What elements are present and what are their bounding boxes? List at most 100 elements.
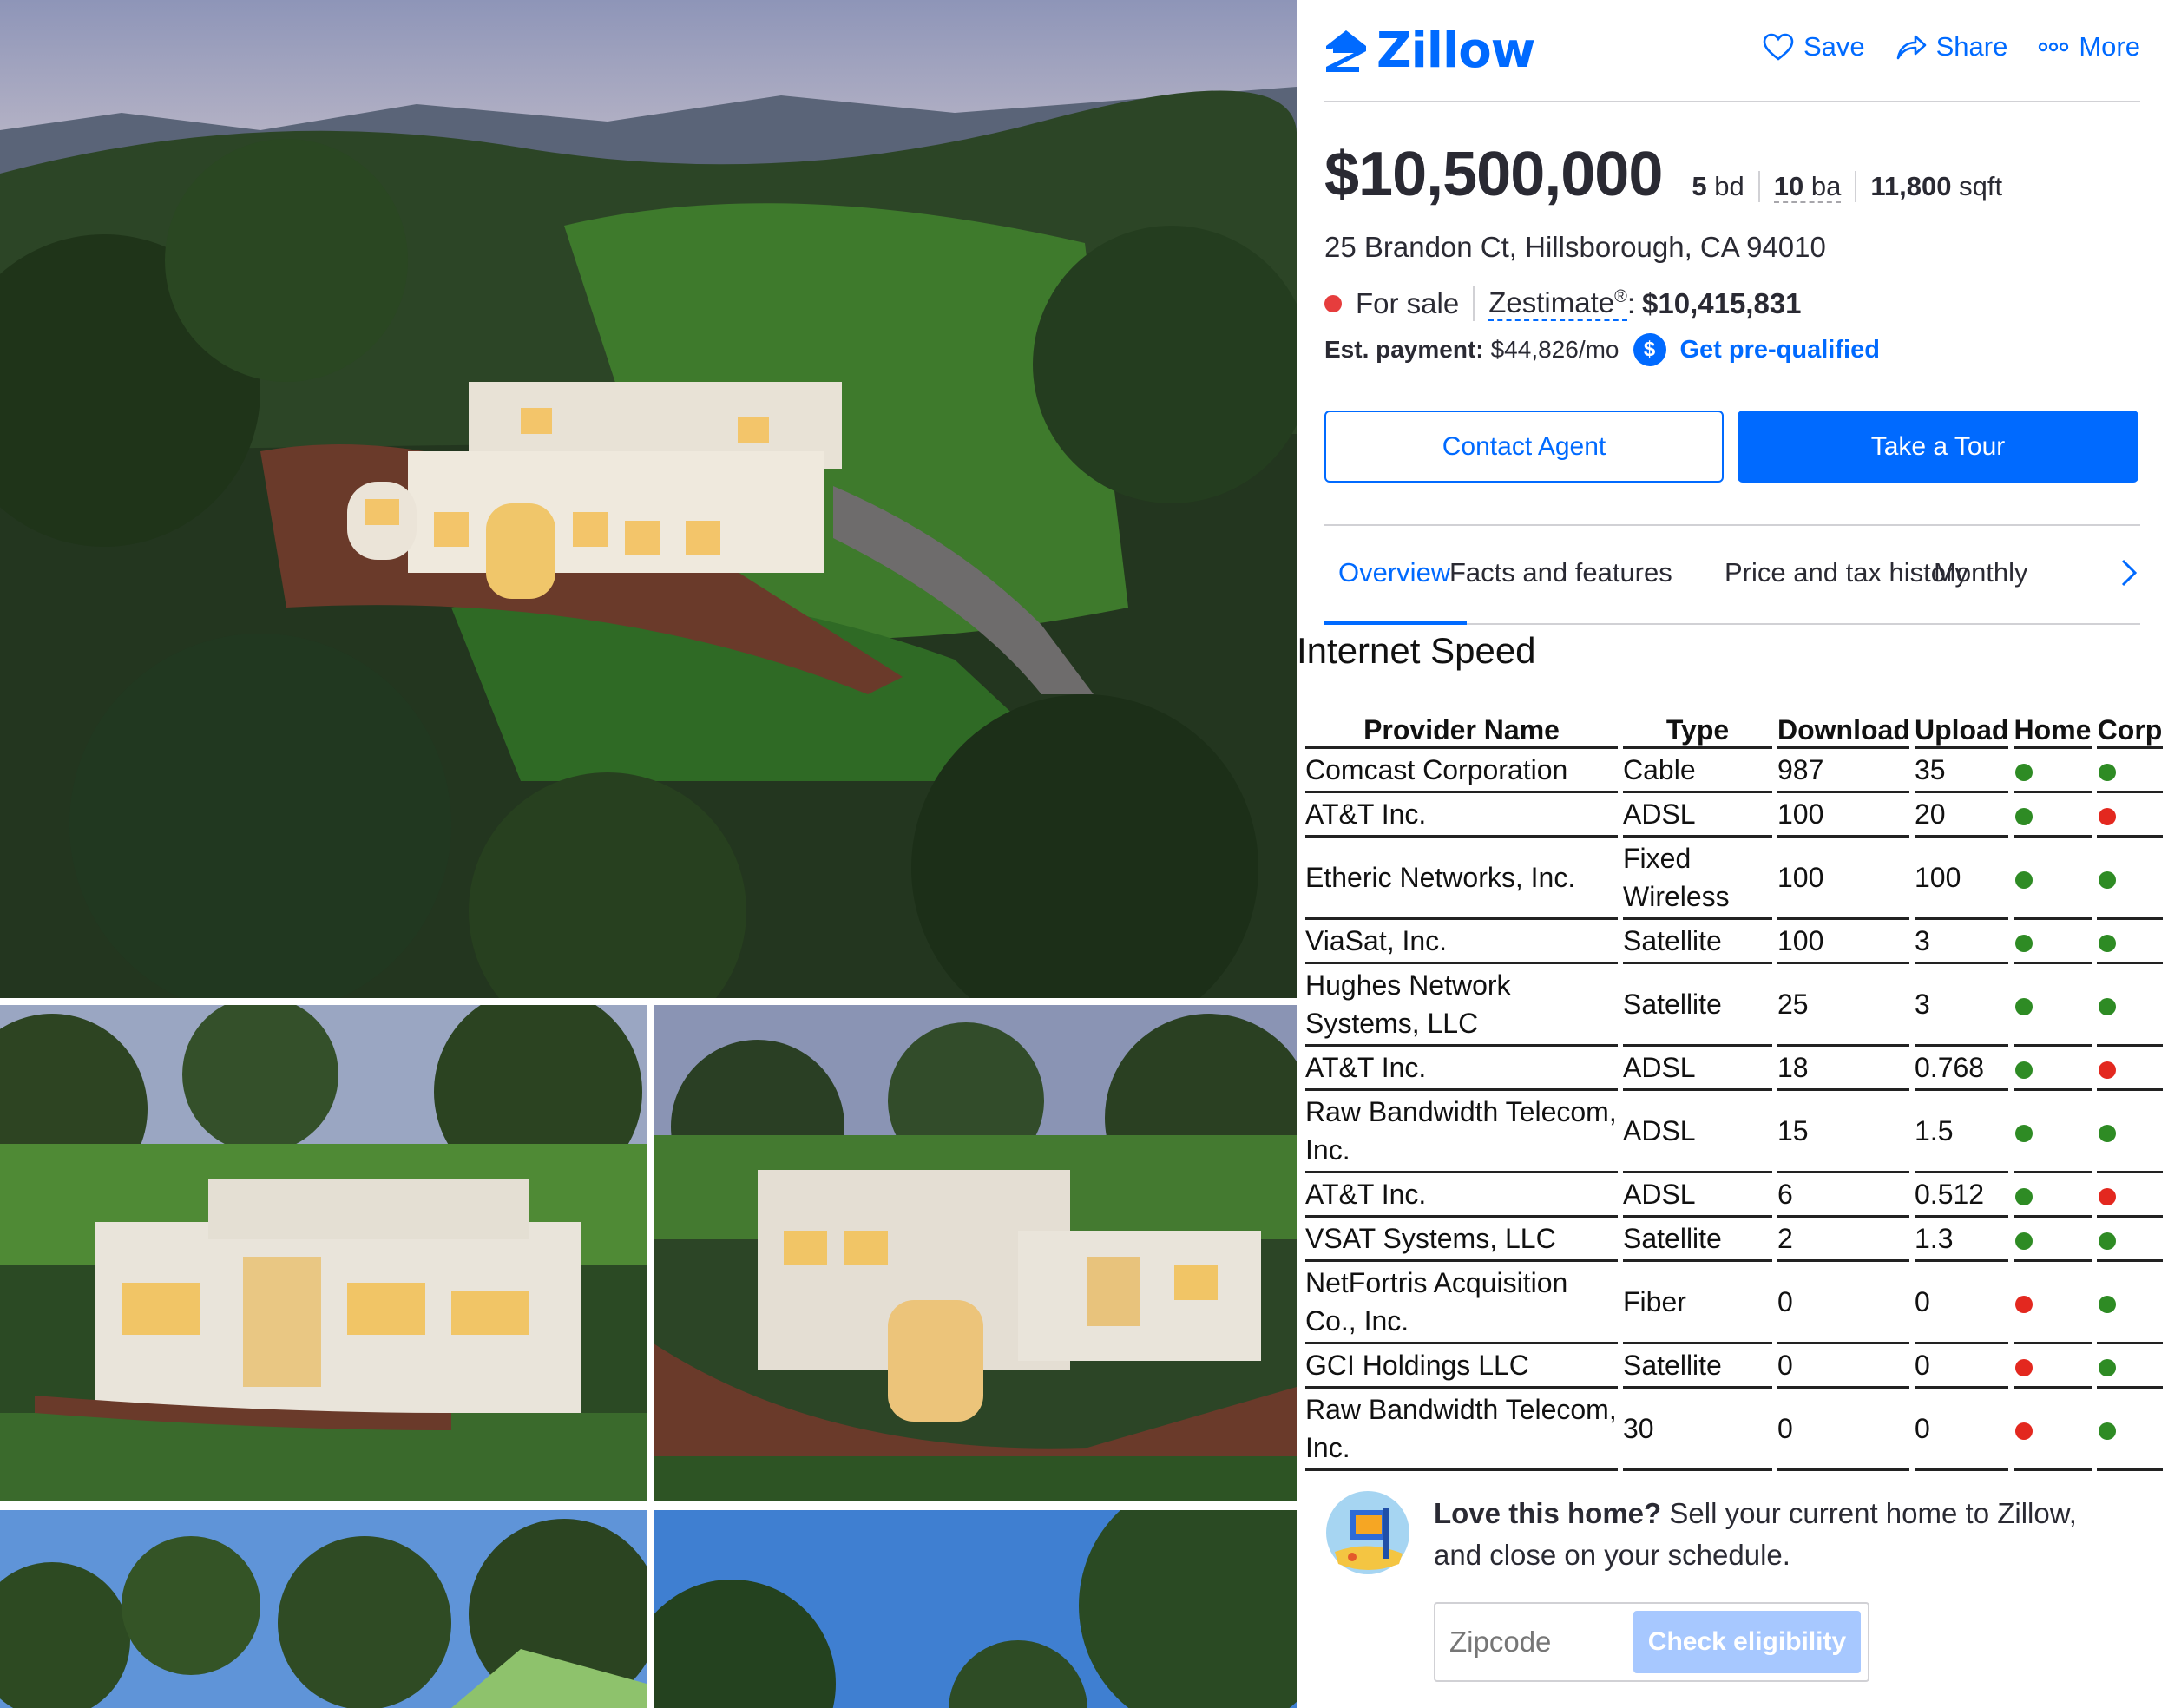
zipcode-input[interactable] [1435,1604,1635,1680]
table-row: AT&T Inc. ADSL 6 0.512 [1305,1173,2163,1218]
upload-cell: 0.768 [1915,1047,2008,1091]
corp-red-dot-icon [2099,1187,2116,1205]
corp-status-cell [2097,749,2163,793]
home-green-dot-icon [2015,807,2033,825]
download-cell: 0 [1777,1262,1909,1344]
type-cell: Satellite [1623,964,1772,1047]
corp-status-cell [2097,838,2163,920]
type-cell: Fiber [1623,1262,1772,1344]
type-cell: Satellite [1623,1218,1772,1262]
download-cell: 987 [1777,749,1909,793]
download-cell: 15 [1777,1091,1909,1173]
tab-price-and-tax-history[interactable]: Price and tax history [1725,557,1968,588]
take-a-tour-button[interactable]: Take a Tour [1738,411,2138,483]
chevron-right-icon[interactable] [2118,557,2140,588]
type-cell: ADSL [1623,793,1772,838]
heart-icon [1763,33,1794,61]
baths-unit: ba [1810,171,1842,201]
zestimate-link[interactable]: Zestimate® [1488,286,1627,321]
home-status-cell [2014,793,2092,838]
share-label: Share [1935,31,2008,62]
gallery-photo-3[interactable] [654,1005,1297,1501]
zillow-logo[interactable]: Zillow [1324,23,1535,79]
upload-cell: 3 [1915,964,2008,1047]
zestimate-label: Zestimate [1488,286,1615,319]
gallery-photo-5[interactable] [654,1510,1297,1708]
upload-cell: 0 [1915,1344,2008,1389]
gallery-photo-2[interactable] [0,1005,647,1501]
download-cell: 6 [1777,1173,1909,1218]
provider-name-cell: Hughes Network Systems, LLC [1305,964,1618,1047]
home-status-cell [2014,1262,2092,1344]
corp-status-cell [2097,920,2163,964]
tab-monthly[interactable]: Monthly [1934,557,2028,588]
share-button[interactable]: Share [1895,31,2008,62]
download-cell: 18 [1777,1047,1909,1091]
provider-name-cell: Raw Bandwidth Telecom, Inc. [1305,1389,1618,1471]
corp-green-dot-icon [2099,1232,2116,1250]
type-cell: ADSL [1623,1047,1772,1091]
table-header-row: Provider Name Type Download Upload Home … [1305,710,2163,749]
provider-name-cell: GCI Holdings LLC [1305,1344,1618,1389]
upload-cell: 20 [1915,793,2008,838]
type-cell: ADSL [1623,1091,1772,1173]
home-status-cell [2014,964,2092,1047]
upload-cell: 0 [1915,1262,2008,1344]
download-cell: 25 [1777,964,1909,1047]
table-row: ViaSat, Inc. Satellite 100 3 [1305,920,2163,964]
main-photo[interactable] [0,0,1297,998]
provider-name-cell: VSAT Systems, LLC [1305,1218,1618,1262]
upload-cell: 0.512 [1915,1173,2008,1218]
corp-green-dot-icon [2099,1124,2116,1142]
check-eligibility-button[interactable]: Check eligibility [1633,1611,1861,1673]
listing-price: $10,500,000 [1324,140,1663,209]
home-red-dot-icon [2015,1422,2033,1440]
home-status-cell [2014,1173,2092,1218]
tab-overview[interactable]: Overview [1338,557,1450,588]
house-aerial-image [0,0,1297,998]
col-provider-name: Provider Name [1305,710,1618,749]
home-status-cell [2014,749,2092,793]
corp-status-cell [2097,964,2163,1047]
type-cell: Cable [1623,749,1772,793]
listing-panel: Zillow Save Share More $10,500,000 5 bd … [1297,0,2168,1708]
gallery-photo-4[interactable] [0,1510,647,1708]
corp-red-dot-icon [2099,807,2116,825]
more-button[interactable]: More [2037,31,2140,62]
house-side-image [654,1005,1297,1501]
sqft-fact: 11,800 sqft [1855,171,2016,202]
save-button[interactable]: Save [1762,31,1865,62]
table-row: Comcast Corporation Cable 987 35 [1305,749,2163,793]
sell-to-zillow-card: Love this home? Sell your current home t… [1324,1489,2140,1706]
get-prequalified-link[interactable]: Get pre-qualified [1680,336,1880,365]
type-cell: 30 [1623,1389,1772,1471]
corp-status-cell [2097,1218,2163,1262]
baths-count: 10 [1773,171,1804,201]
baths-fact[interactable]: 10 ba [1757,171,1856,203]
corp-status-cell [2097,1344,2163,1389]
more-dots-icon [2039,42,2069,52]
sell-home-icon [1326,1491,1409,1574]
provider-name-cell: AT&T Inc. [1305,1173,1618,1218]
beds-count: 5 [1692,171,1707,201]
home-status-cell [2014,1218,2092,1262]
home-green-dot-icon [2015,763,2033,781]
house-front-image [0,1005,647,1501]
tab-facts-and-features[interactable]: Facts and features [1449,557,1672,588]
sell-headline: Love this home? [1434,1497,1662,1529]
table-row: NetFortris Acquisition Co., Inc. Fiber 0 0 [1305,1262,2163,1344]
provider-name-cell: ViaSat, Inc. [1305,920,1618,964]
upload-cell: 1.3 [1915,1218,2008,1262]
home-green-dot-icon [2015,1061,2033,1079]
beds-unit: bd [1714,171,1744,201]
internet-speed-table: Provider Name Type Download Upload Home … [1300,710,2168,1471]
provider-name-cell: Raw Bandwidth Telecom, Inc. [1305,1091,1618,1173]
listing-address: 25 Brandon Ct, Hillsborough, CA 94010 [1324,231,1826,263]
contact-agent-button[interactable]: Contact Agent [1324,411,1724,483]
corp-status-cell [2097,1047,2163,1091]
sell-prompt: Love this home? Sell your current home t… [1434,1493,2111,1576]
col-corp: Corp [2097,710,2163,749]
upload-cell: 35 [1915,749,2008,793]
download-cell: 0 [1777,1344,1909,1389]
type-cell: Satellite [1623,1344,1772,1389]
